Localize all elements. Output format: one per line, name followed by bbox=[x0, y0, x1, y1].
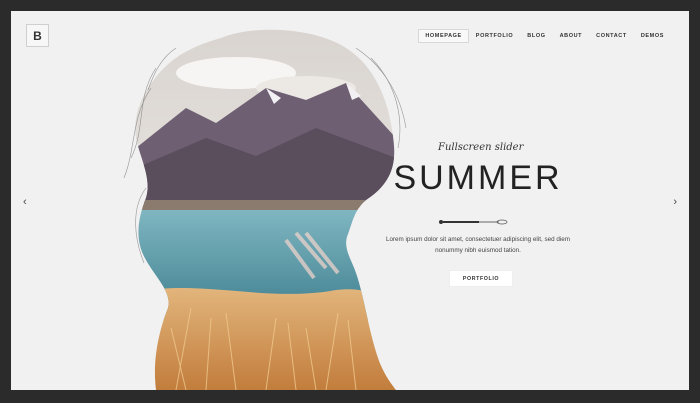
hero-silhouette-image bbox=[123, 29, 407, 390]
page-frame: B HOMEPAGE PORTFOLIO BLOG ABOUT CONTACT … bbox=[11, 11, 689, 390]
main-nav: HOMEPAGE PORTFOLIO BLOG ABOUT CONTACT DE… bbox=[418, 29, 671, 43]
nav-item-contact[interactable]: CONTACT bbox=[589, 29, 634, 43]
hero-description-line2: nonummy nibh euismod tation. bbox=[435, 247, 521, 254]
hero-description-line1: Lorem ipsum dolor sit amet, consectetuer… bbox=[385, 236, 571, 243]
divider-ornament bbox=[439, 219, 508, 225]
logo-letter: B bbox=[33, 28, 42, 43]
chevron-left-icon[interactable]: ‹ bbox=[23, 196, 27, 208]
hero-subtitle: Fullscreen slider bbox=[438, 142, 524, 153]
logo[interactable]: B bbox=[26, 24, 49, 47]
nav-item-portfolio[interactable]: PORTFOLIO bbox=[469, 29, 520, 43]
chevron-right-icon[interactable]: › bbox=[673, 196, 677, 208]
portfolio-button[interactable]: PORTFOLIO bbox=[450, 271, 512, 286]
nav-item-about[interactable]: ABOUT bbox=[553, 29, 590, 43]
hero-title: SUMMER bbox=[393, 159, 563, 197]
hero-description: Lorem ipsum dolor sit amet, consectetuer… bbox=[378, 234, 578, 256]
nav-item-homepage[interactable]: HOMEPAGE bbox=[418, 29, 469, 43]
nav-item-demos[interactable]: DEMOS bbox=[634, 29, 671, 43]
nav-item-blog[interactable]: BLOG bbox=[520, 29, 552, 43]
